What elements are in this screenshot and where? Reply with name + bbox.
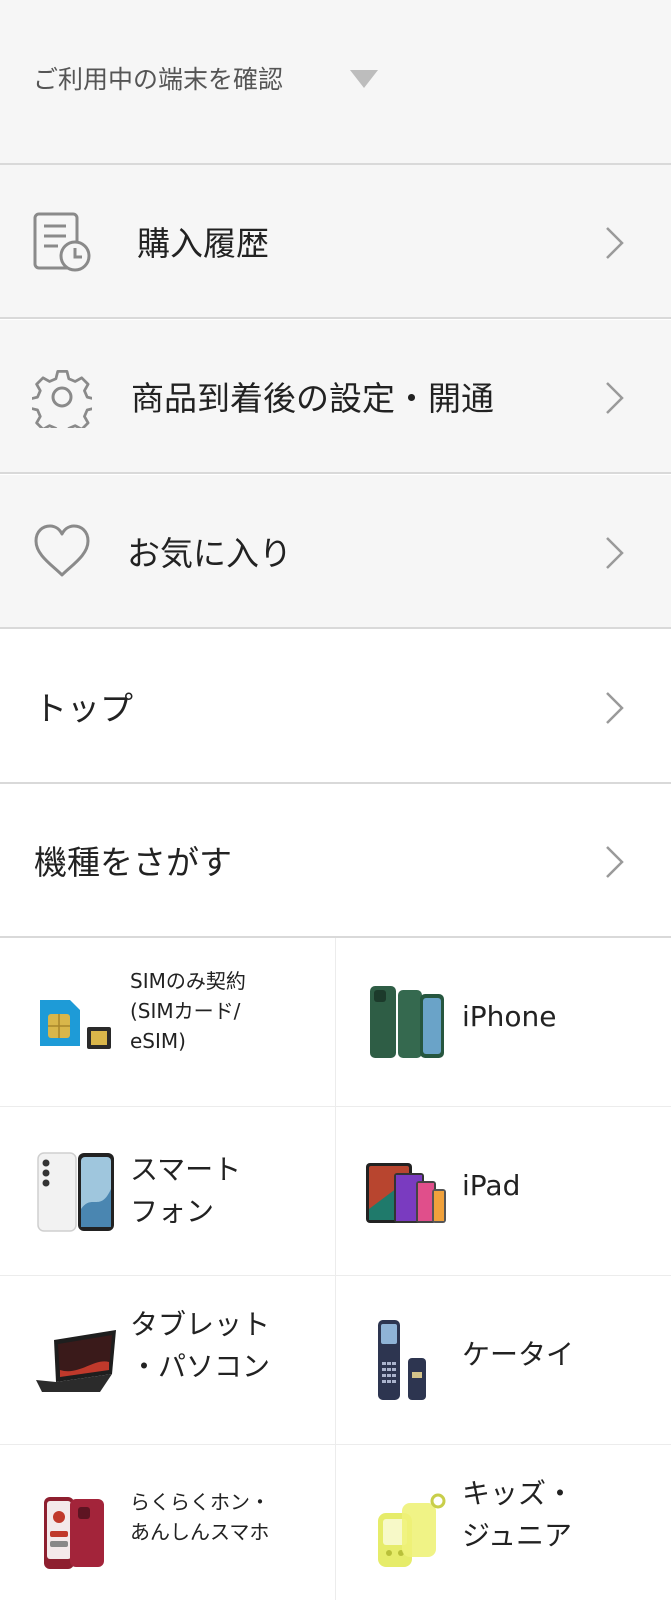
rakuraku-label-line1: らくらくホン・ [130,1490,270,1514]
sim-label-line3: eSIM) [130,1029,186,1053]
kids-phone-image [378,1493,446,1567]
sim-label-line1: SIMのみ契約 [130,969,246,993]
category-rakuraku[interactable]: らくらくホン・ あんしんスマホ [0,1445,336,1600]
receipt-clock-icon [33,212,91,272]
menu-item-setup[interactable]: 商品到着後の設定・開通 [0,320,671,474]
tablet-label-line2: ・パソコン [130,1350,271,1383]
heart-icon [34,524,90,577]
menu-item-find-device[interactable]: 機種をさがす [0,784,671,938]
smartphone-label-line1: スマート [130,1153,242,1186]
iphone-label: iPhone [462,1000,557,1033]
ipad-image [366,1163,446,1223]
smartphone-label-line2: フォン [130,1195,215,1228]
device-check-label: ご利用中の端末を確認 [33,65,284,94]
chevron-right-icon [606,692,624,724]
menu-item-favorites[interactable]: お気に入り [0,475,671,629]
top-label: トップ [34,689,133,728]
device-check-dropdown[interactable]: ご利用中の端末を確認 [0,0,671,165]
keitai-label: ケータイ [462,1338,575,1371]
triangle-down-icon [350,70,378,88]
chevron-right-icon [606,537,624,569]
chevron-right-icon [606,227,624,259]
ipad-label: iPad [462,1169,521,1202]
rakuraku-label-line2: あんしんスマホ [130,1520,270,1544]
iphone-image [370,986,444,1058]
category-keitai[interactable]: ケータイ [336,1276,671,1445]
favorites-label: お気に入り [127,534,292,573]
category-kids[interactable]: キッズ・ ジュニア [336,1445,671,1600]
category-smartphone[interactable]: スマート フォン [0,1107,336,1276]
menu-item-purchase-history[interactable]: 購入履歴 [0,165,671,319]
find-device-label: 機種をさがす [34,843,232,882]
laptop-image [36,1330,116,1392]
setup-label: 商品到着後の設定・開通 [131,379,494,418]
flip-phone-image [378,1320,426,1400]
gear-icon [32,369,92,428]
sim-card-icon [40,1000,111,1049]
smartphone-image [37,1152,114,1232]
chevron-right-icon [606,382,624,414]
tablet-label-line1: タブレット [130,1308,271,1341]
menu-item-top[interactable]: トップ [0,630,671,784]
category-grid: SIMのみ契約 (SIMカード/ eSIM) iPhone スマート フォン i… [0,938,671,1600]
category-sim[interactable]: SIMのみ契約 (SIMカード/ eSIM) [0,938,336,1107]
category-iphone[interactable]: iPhone [336,938,671,1107]
kids-label-line2: ジュニア [462,1519,573,1552]
purchase-history-label: 購入履歴 [137,224,269,263]
chevron-right-icon [606,846,624,878]
kids-label-line1: キッズ・ [462,1477,575,1510]
rakuraku-phone-image [44,1497,104,1569]
category-ipad[interactable]: iPad [336,1107,671,1276]
category-tablet-pc[interactable]: タブレット ・パソコン [0,1276,336,1445]
sim-label-line2: (SIMカード/ [130,999,241,1023]
